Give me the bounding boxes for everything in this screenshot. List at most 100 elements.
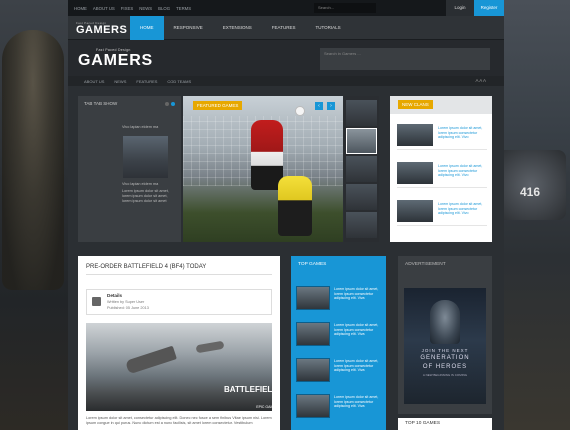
tab-show-thumbnail[interactable] bbox=[123, 136, 168, 178]
top-game-item[interactable]: Lorem ipsum dolor sit amet, lorem ipsum … bbox=[296, 394, 382, 424]
top-game-image[interactable] bbox=[296, 322, 330, 346]
featured-thumbnails bbox=[344, 96, 379, 242]
top-game-image[interactable] bbox=[296, 358, 330, 382]
thumbnail[interactable] bbox=[346, 184, 377, 210]
details-label: Details bbox=[107, 293, 123, 298]
top-search-input[interactable]: Search... bbox=[314, 3, 376, 13]
top-link-home[interactable]: Home bbox=[74, 6, 87, 11]
nav-item-tutorials[interactable]: Tutorials bbox=[305, 16, 350, 40]
top-game-text[interactable]: Lorem ipsum dolor sit amet, lorem ipsum … bbox=[334, 287, 382, 301]
top-link-fixes[interactable]: Fixes bbox=[121, 6, 133, 11]
clan-image[interactable] bbox=[397, 200, 433, 222]
nav-item-home[interactable]: Home bbox=[130, 16, 164, 40]
tank-number: 416 bbox=[519, 185, 540, 199]
featured-slider[interactable]: Featured Games ‹ › bbox=[183, 96, 343, 242]
nav-logo[interactable]: Fast Paced Design GAMERS bbox=[76, 21, 127, 36]
clan-image[interactable] bbox=[397, 124, 433, 146]
top-games-panel: Top Games Lorem ipsum dolor sit amet, lo… bbox=[291, 256, 386, 430]
clan-image[interactable] bbox=[397, 162, 433, 184]
thumbnail[interactable] bbox=[346, 100, 377, 126]
article-meta: Details Written by Super User Published:… bbox=[86, 289, 272, 315]
ad-line-3: OF HEROES bbox=[422, 364, 468, 370]
top-links: Home About Us Fixes News Blog Terms bbox=[68, 6, 191, 11]
ad-line-4: A NEW BEGINNING IS COMING bbox=[422, 373, 468, 377]
pager-dot[interactable] bbox=[165, 102, 169, 106]
subnav-cod-teams[interactable]: Cod Teams bbox=[167, 79, 191, 84]
thumbnail[interactable] bbox=[346, 156, 377, 182]
calendar-icon bbox=[92, 297, 101, 306]
nav-item-responsive[interactable]: Responsive bbox=[164, 16, 213, 40]
battlefield-logo: BATTLEFIELD 3 EPIC GAMES bbox=[224, 385, 272, 411]
nav-item-features[interactable]: Features bbox=[262, 16, 306, 40]
top-bar: Home About Us Fixes News Blog Terms bbox=[68, 0, 504, 16]
top-game-image[interactable] bbox=[296, 394, 330, 418]
top-10-title: Top 10 Games bbox=[405, 421, 441, 426]
site-logo[interactable]: Fast Paced Design GAMERS bbox=[78, 48, 153, 69]
top-game-item[interactable]: Lorem ipsum dolor sit amet, lorem ipsum … bbox=[296, 358, 382, 388]
nav-items: Home Responsive Extensions Features Tuto… bbox=[130, 16, 351, 40]
advertisement-title: Advertisement bbox=[405, 262, 446, 267]
ball bbox=[295, 106, 305, 116]
nav-item-extensions[interactable]: Extensions bbox=[213, 16, 262, 40]
top-game-item[interactable]: Lorem ipsum dolor sit amet, lorem ipsum … bbox=[296, 286, 382, 316]
login-button[interactable]: Login bbox=[446, 0, 474, 16]
main-nav: Fast Paced Design GAMERS Home Responsive… bbox=[68, 16, 504, 40]
divider bbox=[86, 274, 272, 275]
top-link-about[interactable]: About Us bbox=[93, 6, 115, 11]
advertisement-panel: Advertisement JOIN THE NEXT GENERATION O… bbox=[398, 256, 492, 414]
tab-show-caption-1[interactable]: Vivo lapian eldem ma bbox=[122, 125, 172, 129]
top-game-text[interactable]: Lorem ipsum dolor sit amet, lorem ipsum … bbox=[334, 395, 382, 409]
header-search-input[interactable]: Search in Gamers ... bbox=[320, 48, 490, 70]
thumbnail-selected[interactable] bbox=[346, 128, 377, 154]
player-yellow bbox=[278, 176, 312, 236]
top-game-text[interactable]: Lorem ipsum dolor sit amet, lorem ipsum … bbox=[334, 323, 382, 337]
top-game-text[interactable]: Lorem ipsum dolor sit amet, lorem ipsum … bbox=[334, 359, 382, 373]
article-title[interactable]: Pre-Order Battlefield 4 (BF4) Today bbox=[86, 264, 206, 270]
top-game-item[interactable]: Lorem ipsum dolor sit amet, lorem ipsum … bbox=[296, 322, 382, 352]
battlefield-logo-text: BATTLEFIELD 3 bbox=[224, 385, 272, 394]
clan-item[interactable]: Lorem ipsum dolor sit amet, lorem ipsum … bbox=[397, 124, 487, 150]
top-link-blog[interactable]: Blog bbox=[158, 6, 170, 11]
tab-show-panel: Tab Tab Show Vivo lapian eldem ma Vivo l… bbox=[78, 96, 181, 242]
article-panel: Pre-Order Battlefield 4 (BF4) Today Deta… bbox=[78, 256, 280, 430]
clan-item[interactable]: Lorem ipsum dolor sit amet, lorem ipsum … bbox=[397, 200, 487, 226]
top-link-terms[interactable]: Terms bbox=[176, 6, 191, 11]
tab-show-pager bbox=[165, 102, 175, 106]
top-game-image[interactable] bbox=[296, 286, 330, 310]
site-logo-text: GAMERS bbox=[78, 52, 154, 69]
subnav-features[interactable]: Features bbox=[136, 79, 157, 84]
soldier-image bbox=[2, 30, 64, 290]
ad-line-1: JOIN THE NEXT bbox=[421, 348, 469, 353]
subnav-about[interactable]: About Us bbox=[84, 79, 104, 84]
slider-prev-button[interactable]: ‹ bbox=[315, 102, 323, 110]
subnav-news[interactable]: News bbox=[114, 79, 126, 84]
published-date: Published: 05 June 2013 bbox=[107, 306, 149, 310]
featured-badge: Featured Games bbox=[193, 101, 243, 110]
sub-nav: About Us News Features Cod Teams A A A bbox=[68, 76, 504, 86]
top-link-news[interactable]: News bbox=[139, 6, 152, 11]
nav-logo-text: GAMERS bbox=[76, 24, 128, 36]
clan-text[interactable]: Lorem ipsum dolor sit amet, lorem ipsum … bbox=[438, 202, 488, 216]
article-image[interactable]: BATTLEFIELD 3 EPIC GAMES bbox=[86, 323, 272, 411]
ad-figure bbox=[430, 300, 460, 344]
register-button[interactable]: Register bbox=[474, 0, 504, 16]
thumbnail[interactable] bbox=[346, 212, 377, 238]
article-body: Lorem ipsum dolor sit amet, consectetur … bbox=[86, 416, 272, 425]
main-container: Fast Paced Design GAMERS Home Responsive… bbox=[68, 16, 504, 430]
clan-text[interactable]: Lorem ipsum dolor sit amet, lorem ipsum … bbox=[438, 164, 488, 178]
written-by: Written by Super User bbox=[107, 300, 145, 304]
slider-next-button[interactable]: › bbox=[327, 102, 335, 110]
clan-text[interactable]: Lorem ipsum dolor sit amet, lorem ipsum … bbox=[438, 126, 488, 140]
clan-item[interactable]: Lorem ipsum dolor sit amet, lorem ipsum … bbox=[397, 162, 487, 188]
ad-banner[interactable]: JOIN THE NEXT GENERATION OF HEROES A NEW… bbox=[404, 288, 486, 404]
top-10-panel: Top 10 Games bbox=[398, 418, 492, 430]
tab-show-caption-2[interactable]: Vivo lapian eldem ma bbox=[122, 182, 172, 186]
new-clans-panel: New Clans Lorem ipsum dolor sit amet, lo… bbox=[390, 96, 492, 242]
jet-shape bbox=[125, 345, 177, 375]
top-games-title: Top Games bbox=[298, 262, 327, 267]
font-size-icons[interactable]: A A A bbox=[475, 78, 486, 83]
site-header: Fast Paced Design GAMERS Search in Gamer… bbox=[68, 40, 504, 76]
jet-shape bbox=[195, 340, 225, 354]
pager-dot-active[interactable] bbox=[171, 102, 175, 106]
ad-line-2: GENERATION bbox=[420, 355, 470, 361]
